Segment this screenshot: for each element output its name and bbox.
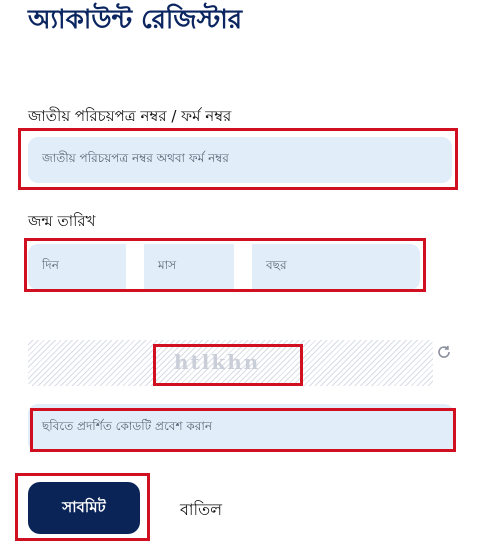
cancel-button[interactable]: বাতিল [180, 497, 222, 524]
dob-day-input[interactable]: দিন [28, 244, 126, 290]
captcha-input[interactable]: ছবিতে প্রদর্শিত কোডটি প্রবেশ করান [28, 404, 454, 452]
submit-button[interactable]: সাবমিট [28, 482, 140, 534]
nid-input[interactable]: জাতীয় পরিচয়পত্র নম্বর অথবা ফর্ম নম্বর [28, 137, 452, 183]
refresh-icon[interactable] [436, 344, 452, 360]
captcha-code: htlkhn [174, 350, 261, 374]
page-title: অ্যাকাউন্ট রেজিস্টার [28, 5, 243, 35]
dob-label: জন্ম তারিখ [28, 212, 96, 230]
dob-month-input[interactable]: মাস [144, 244, 234, 290]
nid-label: জাতীয় পরিচয়পত্র নম্বর / ফর্ম নম্বর [28, 107, 232, 125]
dob-year-input[interactable]: বছর [252, 244, 420, 290]
